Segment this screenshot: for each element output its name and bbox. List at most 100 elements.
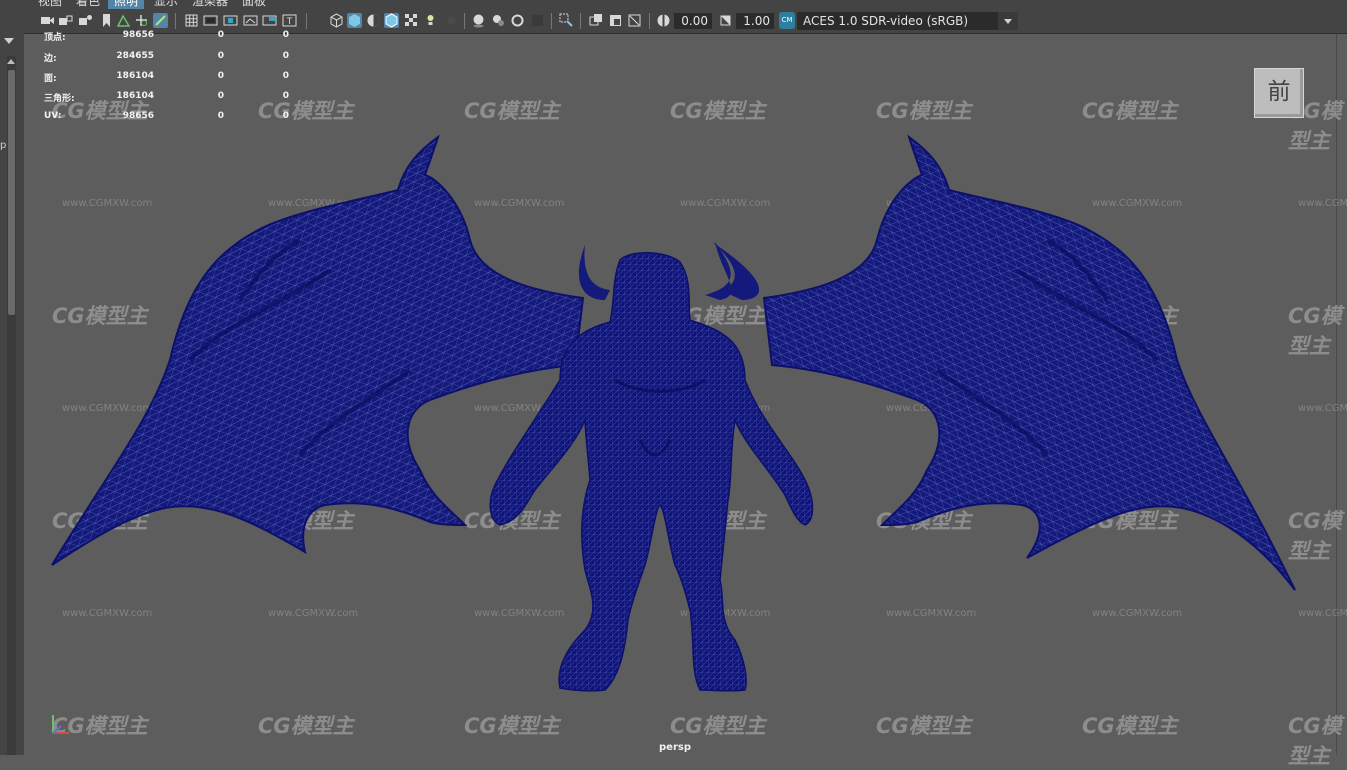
lights-icon[interactable] <box>444 13 459 28</box>
watermark-logo: CG模型主 <box>1082 714 1178 738</box>
watermark-url: www.CGMXW.com <box>1298 198 1347 209</box>
grid-icon[interactable] <box>184 13 199 28</box>
menu-panels[interactable]: 面板 <box>236 0 272 9</box>
xray-active-icon[interactable] <box>627 13 642 28</box>
watermark-logo: CG模型主 <box>1288 304 1342 358</box>
hud-row-vertices: 顶点: 98656 0 0 <box>44 30 289 43</box>
watermark-logo: CG模型主 <box>1288 714 1342 768</box>
watermark-url: www.CGMXW.com <box>62 198 153 209</box>
watermark-logo: CG模型主 <box>464 509 560 533</box>
resolution-gate-icon[interactable] <box>223 13 238 28</box>
watermark-logo: CG模型主 <box>876 99 972 123</box>
side-scrollbar-thumb[interactable] <box>8 70 15 315</box>
ambient-occlusion-icon[interactable] <box>491 13 506 28</box>
bookmark-icon[interactable] <box>99 13 114 28</box>
gate-mask-icon[interactable] <box>243 13 258 28</box>
watermark-url: www.CGMXW.com <box>268 403 359 414</box>
watermark-logo: CG模型主 <box>258 304 354 328</box>
watermark-logo: CG模型主 <box>876 714 972 738</box>
watermark-url: www.CGMXW.com <box>268 198 359 209</box>
textured-icon[interactable] <box>423 13 438 28</box>
watermark-url: www.CGMXW.com <box>62 403 153 414</box>
watermark-url: www.CGMXW.com <box>1298 403 1347 414</box>
watermark-logo: CG模型主 <box>670 99 766 123</box>
shade-all-icon[interactable] <box>366 13 381 28</box>
watermark-logo: CG模型主 <box>1288 509 1342 563</box>
viewcube-front[interactable]: 前 <box>1254 68 1304 118</box>
watermark-logo: CG模型主 <box>876 304 972 328</box>
shadows-icon[interactable] <box>471 13 486 28</box>
gamma-icon[interactable] <box>718 13 733 28</box>
grease-pencil-icon[interactable] <box>153 13 168 28</box>
watermark-logo: CG模型主 <box>670 509 766 533</box>
viewport-persp[interactable] <box>24 34 1336 755</box>
menu-lighting[interactable]: 照明 <box>108 0 145 9</box>
color-management-badge-icon[interactable]: CM <box>779 12 795 29</box>
watermark-url: www.CGMXW.com <box>680 198 771 209</box>
hud-row-uvs: UV: 98656 0 0 <box>44 111 289 121</box>
safe-action-icon[interactable]: T <box>282 13 297 28</box>
exposure-field[interactable]: 0.00 <box>674 13 712 29</box>
hud-row-edges: 边: 284655 0 0 <box>44 51 289 64</box>
watermark-logo: CG模型主 <box>52 509 148 533</box>
film-gate-icon[interactable] <box>203 13 218 28</box>
field-chart-icon[interactable] <box>262 13 277 28</box>
watermark-logo: CG模型主 <box>670 304 766 328</box>
menu-view[interactable]: 视图 <box>32 0 68 9</box>
hud-row-triangles: 三角形: 186104 0 0 <box>44 91 289 104</box>
gamma-field[interactable]: 1.00 <box>736 13 774 29</box>
xray-icon[interactable] <box>404 13 419 28</box>
anti-alias-icon[interactable] <box>530 13 545 28</box>
isolate-select-icon[interactable] <box>589 13 604 28</box>
watermark-logo: CG模型主 <box>258 714 354 738</box>
camera-attrs-icon[interactable] <box>78 13 93 28</box>
watermark-url: www.CGMXW.com <box>680 608 771 619</box>
side-panel-cut-text: p <box>0 140 7 151</box>
watermark-url: www.CGMXW.com <box>1092 198 1183 209</box>
watermark-url: www.CGMXW.com <box>886 198 977 209</box>
camera-name-label: persp <box>659 742 691 753</box>
watermark-url: www.CGMXW.com <box>474 403 565 414</box>
watermark-url: www.CGMXW.com <box>62 608 153 619</box>
watermark-url: www.CGMXW.com <box>474 608 565 619</box>
camera-icon[interactable] <box>40 13 55 28</box>
wireframe-on-shaded-icon[interactable] <box>384 13 399 28</box>
exposure-icon[interactable] <box>656 13 671 28</box>
hud-row-faces: 面: 186104 0 0 <box>44 71 289 84</box>
axis-gizmo-icon <box>52 715 69 734</box>
watermark-logo: CG模型主 <box>464 304 560 328</box>
watermark-url: www.CGMXW.com <box>886 403 977 414</box>
watermark-url: www.CGMXW.com <box>1092 608 1183 619</box>
smooth-shade-icon[interactable] <box>347 13 362 28</box>
scroll-up-arrow-icon[interactable] <box>7 59 15 64</box>
watermark-logo: CG模型主 <box>258 509 354 533</box>
left-panel: p <box>0 0 24 755</box>
watermark-logo: CG模型主 <box>876 509 972 533</box>
menu-renderer[interactable]: 渲染器 <box>186 0 234 9</box>
camera-lock-icon[interactable] <box>58 13 73 28</box>
menu-shading[interactable]: 着色 <box>70 0 106 9</box>
watermark-url: www.CGMXW.com <box>268 608 359 619</box>
watermark-logo: CG模型主 <box>52 304 148 328</box>
watermark-logo: CG模型主 <box>464 714 560 738</box>
watermark-logo: CG模型主 <box>464 99 560 123</box>
motion-blur-icon[interactable] <box>510 13 525 28</box>
chevron-down-icon[interactable] <box>998 12 1018 30</box>
watermark-logo: CG模型主 <box>670 714 766 738</box>
watermark-logo: CG模型主 <box>1082 304 1178 328</box>
svg-text:T: T <box>286 17 293 27</box>
color-management-select[interactable]: ACES 1.0 SDR-video (sRGB) <box>797 12 1018 30</box>
wireframe-icon[interactable] <box>329 13 344 28</box>
color-management-value: ACES 1.0 SDR-video (sRGB) <box>803 14 969 28</box>
watermark-url: www.CGMXW.com <box>680 403 771 414</box>
grid-2d-icon[interactable] <box>134 13 149 28</box>
menu-show[interactable]: 显示 <box>148 0 184 9</box>
image-plane-icon[interactable] <box>116 13 131 28</box>
watermark-logo: CG模型主 <box>1082 509 1178 533</box>
panel-menubar: 视图 着色 照明 显示 渲染器 面板 <box>24 0 1347 9</box>
watermark-url: www.CGMXW.com <box>1092 403 1183 414</box>
watermark-url: www.CGMXW.com <box>474 198 565 209</box>
panel-dropdown-arrow-icon[interactable] <box>4 38 14 44</box>
depth-of-field-icon[interactable] <box>559 13 574 28</box>
xray-joints-icon[interactable] <box>608 13 623 28</box>
